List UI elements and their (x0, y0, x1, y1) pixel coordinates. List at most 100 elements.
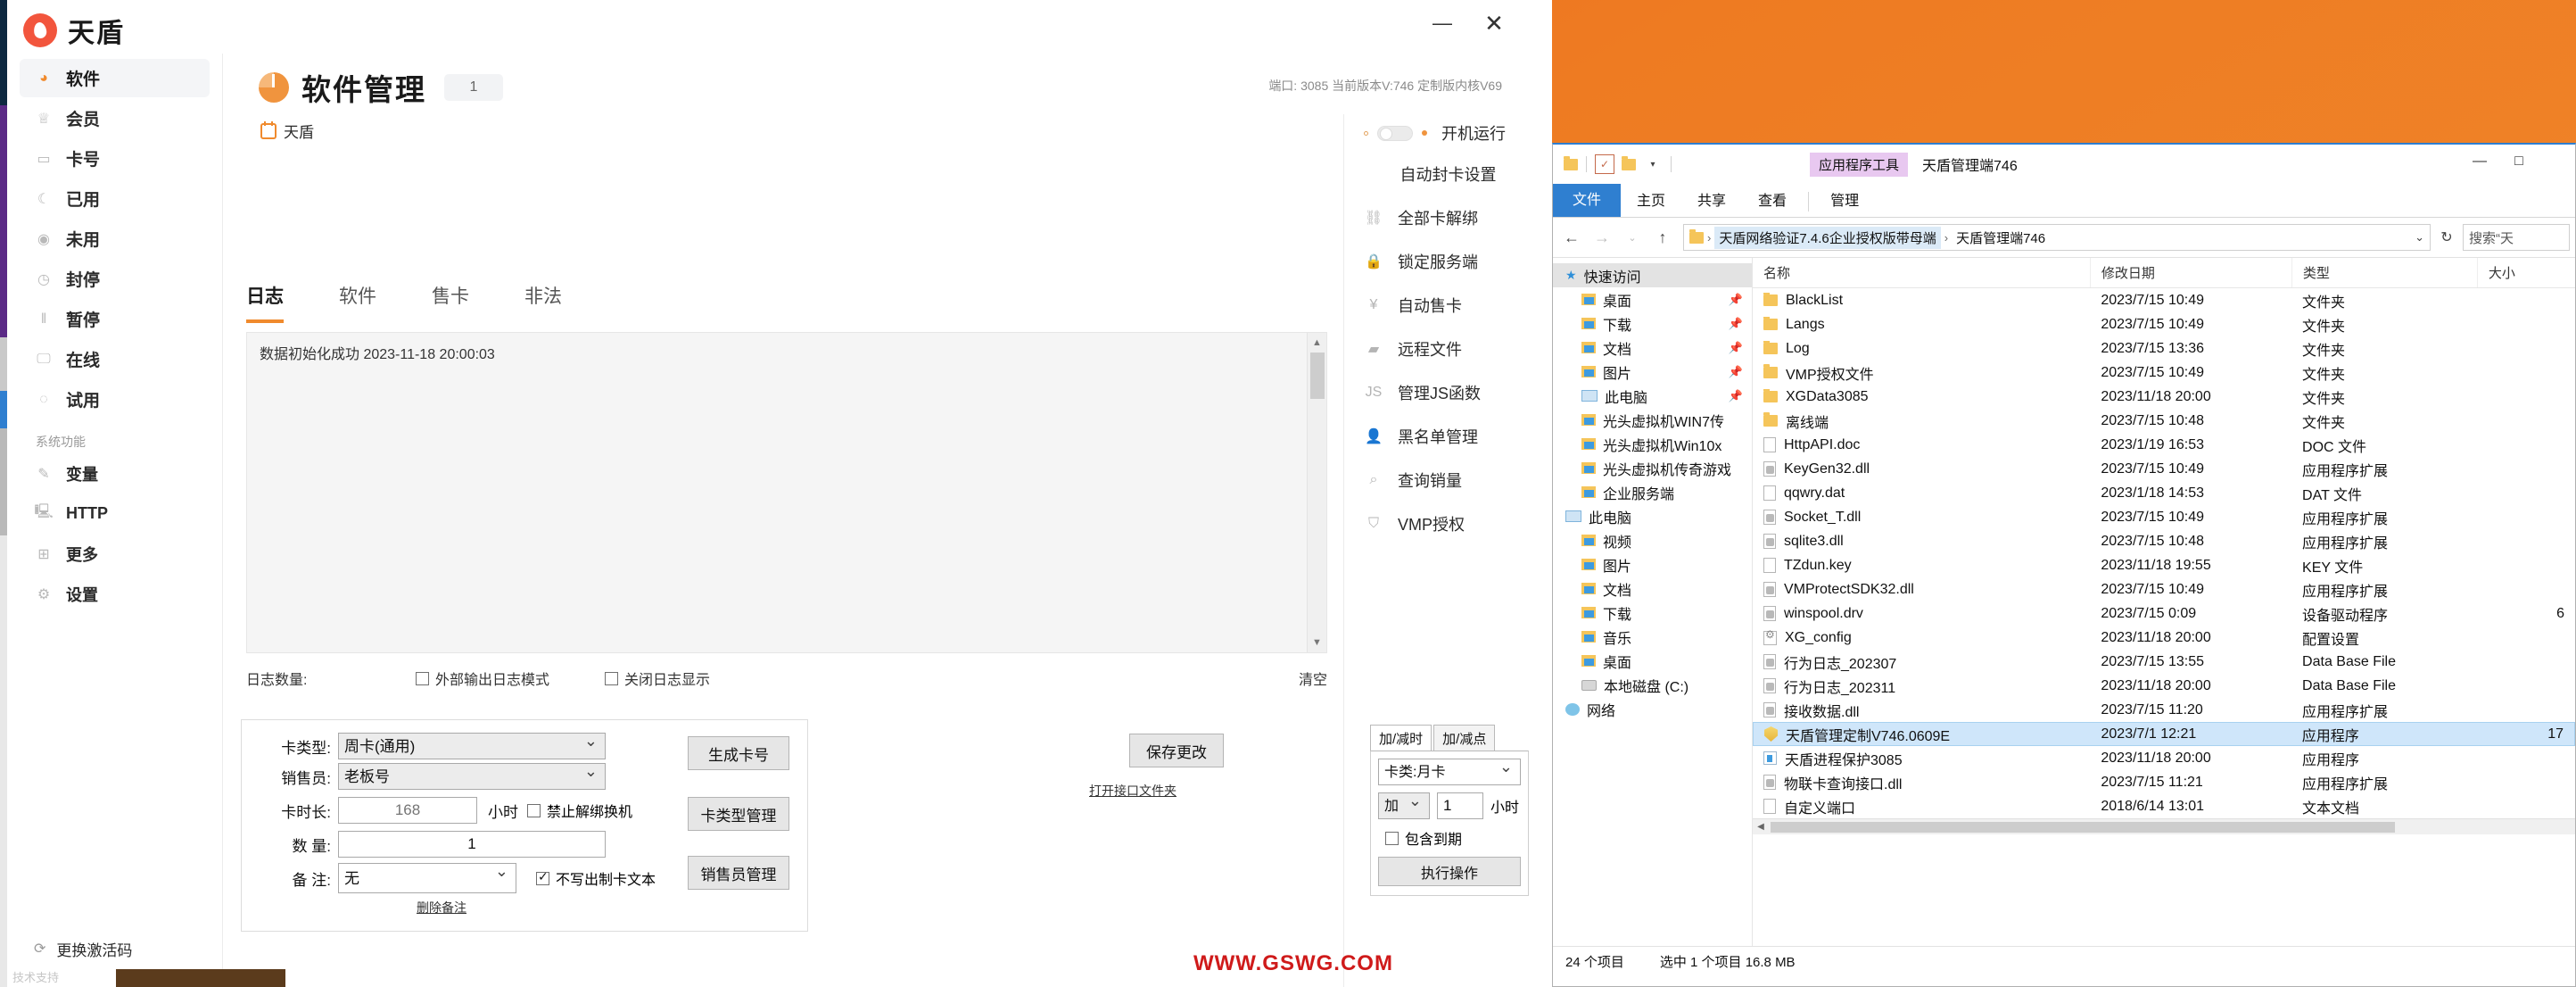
no-unbind-checkbox[interactable]: 禁止解绑换机 (527, 800, 632, 821)
scroll-up-icon[interactable]: ▲ (1308, 333, 1326, 352)
save-changes-button[interactable]: 保存更改 (1129, 734, 1224, 767)
scroll-thumb[interactable] (1310, 352, 1325, 399)
include-expired-checkbox[interactable]: 包含到期 (1385, 827, 1521, 849)
table-row[interactable]: Langs 2023/7/15 10:49 文件夹 (1753, 312, 2575, 336)
sidebar-system-item-3[interactable]: ⚙ 设置 (20, 575, 210, 613)
tab-2[interactable]: 售卡 (432, 282, 469, 323)
ribbon-tab-0[interactable]: 文件 (1553, 180, 1622, 217)
close-button[interactable]: ✕ (1474, 5, 1515, 41)
external-log-mode-checkbox[interactable]: 外部输出日志模式 (416, 668, 549, 689)
scroll-left-icon[interactable]: ◀ (1753, 822, 1769, 832)
tree-item-15[interactable]: 音乐 (1553, 625, 1752, 649)
table-row[interactable]: VMP授权文件 2023/7/15 10:49 文件夹 (1753, 361, 2575, 385)
tree-item-9[interactable]: 企业服务端 (1553, 480, 1752, 504)
sidebar-item-0[interactable]: ◕ 软件 (20, 59, 210, 97)
column-header-type[interactable]: 类型 (2292, 258, 2478, 287)
boot-run-row[interactable]: 开机运行 (1344, 114, 1552, 152)
duration-input[interactable] (338, 797, 477, 824)
folder-icon[interactable] (1622, 155, 1636, 170)
seller-manage-button[interactable]: 销售员管理 (688, 856, 789, 890)
table-row[interactable]: 接收数据.dll 2023/7/15 11:20 应用程序扩展 (1753, 698, 2575, 722)
clear-log-button[interactable]: 清空 (1299, 668, 1327, 689)
software-sub-label[interactable]: 天盾 (260, 120, 314, 142)
note-select[interactable]: 无 (338, 863, 516, 893)
sidebar-item-1[interactable]: ♕ 会员 (20, 99, 210, 137)
tree-item-18[interactable]: 网络 (1553, 697, 1752, 721)
card-type-manage-button[interactable]: 卡类型管理 (688, 797, 789, 831)
log-scrollbar[interactable]: ▲ ▼ (1307, 333, 1326, 652)
tree-item-4[interactable]: 图片 📌 (1553, 360, 1752, 384)
seller-select[interactable]: 老板号 (338, 763, 606, 790)
table-row[interactable]: sqlite3.dll 2023/7/15 10:48 应用程序扩展 (1753, 529, 2575, 553)
no-write-text-checkbox[interactable]: 不写出制卡文本 (536, 867, 656, 889)
table-row[interactable]: 行为日志_202311 2023/11/18 20:00 Data Base Fil… (1753, 674, 2575, 698)
table-row[interactable]: winspool.drv 2023/7/15 0:09 设备驱动程序 6 (1753, 601, 2575, 626)
breadcrumb-item[interactable]: 天盾管理端746 (1952, 227, 2050, 249)
table-row[interactable]: XGData3085 2023/11/18 20:00 文件夹 (1753, 385, 2575, 409)
sidebar-item-6[interactable]: ‖ 暂停 (20, 300, 210, 338)
tree-item-2[interactable]: 下载 📌 (1553, 311, 1752, 336)
tree-item-14[interactable]: 下载 (1553, 601, 1752, 625)
search-input[interactable]: 搜索“天 (2463, 224, 2570, 251)
card-class-select[interactable]: 卡类:月卡 (1378, 759, 1521, 785)
table-row[interactable]: HttpAPI.doc 2023/1/19 16:53 DOC 文件 (1753, 433, 2575, 457)
ribbon-tab-3[interactable]: 查看 (1742, 183, 1803, 217)
table-row[interactable]: 自定义端口 2018/6/14 13:01 文本文档 (1753, 794, 2575, 818)
tree-item-1[interactable]: 桌面 📌 (1553, 287, 1752, 311)
table-row[interactable]: Log 2023/7/15 13:36 文件夹 (1753, 336, 2575, 361)
amount-input[interactable] (1437, 792, 1483, 819)
breadcrumb-item[interactable]: 天盾网络验证7.4.6企业授权版带母端 (1714, 226, 1941, 249)
quantity-input[interactable] (338, 831, 606, 858)
tree-item-3[interactable]: 文档 📌 (1553, 336, 1752, 360)
recent-locations-button[interactable]: ⌄ (1619, 224, 1646, 251)
tab-add-subtract-points[interactable]: 加/减点 (1433, 725, 1496, 751)
minimize-button[interactable]: — (1422, 5, 1463, 41)
table-row[interactable]: 天盾进程保护3085 2023/11/18 20:00 应用程序 (1753, 746, 2575, 770)
tool-item-5[interactable]: JS 管理JS函数 (1344, 370, 1552, 414)
tab-3[interactable]: 非法 (524, 282, 562, 323)
table-row[interactable]: VMProtectSDK32.dll 2023/7/15 10:49 应用程序扩展 (1753, 577, 2575, 601)
generate-card-button[interactable]: 生成卡号 (688, 736, 789, 770)
table-row[interactable]: BlackList 2023/7/15 10:49 文件夹 (1753, 288, 2575, 312)
tab-0[interactable]: 日志 (246, 282, 284, 323)
tree-item-8[interactable]: 光头虚拟机传奇游戏 (1553, 456, 1752, 480)
tree-item-7[interactable]: 光头虚拟机Win10x (1553, 432, 1752, 456)
ribbon-tab-4[interactable]: 管理 (1814, 183, 1875, 217)
pin-icon[interactable]: 📌 (1729, 293, 1743, 307)
sidebar-system-item-1[interactable]: 🖳 HTTP (20, 494, 210, 533)
column-header-name[interactable]: 名称 (1753, 258, 2091, 287)
table-row[interactable]: 行为日志_202307 2023/7/15 13:55 Data Base File (1753, 650, 2575, 674)
address-bar[interactable]: › 天盾网络验证7.4.6企业授权版带母端 › 天盾管理端746 ⌄ (1683, 224, 2431, 251)
tool-item-2[interactable]: 🔒 锁定服务端 (1344, 239, 1552, 283)
tool-item-7[interactable]: ⌕ 查询销量 (1344, 458, 1552, 502)
sidebar-item-5[interactable]: ◷ 封停 (20, 260, 210, 298)
table-row[interactable]: TZdun.key 2023/11/18 19:55 KEY 文件 (1753, 553, 2575, 577)
tool-item-4[interactable]: ▰ 远程文件 (1344, 327, 1552, 370)
tool-item-0[interactable]: 自动封卡设置 (1344, 152, 1552, 195)
forward-button[interactable]: → (1589, 224, 1615, 251)
tree-item-11[interactable]: 视频 (1553, 528, 1752, 552)
open-interface-folder-link[interactable]: 打开接口文件夹 (1089, 782, 1177, 800)
delete-note-link[interactable]: 删除备注 (417, 899, 466, 916)
scroll-down-icon[interactable]: ▼ (1308, 633, 1326, 652)
boot-run-toggle[interactable] (1377, 125, 1413, 141)
sidebar-item-3[interactable]: ☾ 已用 (20, 179, 210, 218)
tree-item-10[interactable]: 此电脑 (1553, 504, 1752, 528)
explorer-minimize-button[interactable]: — (2461, 148, 2498, 175)
sidebar-item-7[interactable]: 🖵 在线 (20, 340, 210, 378)
tab-1[interactable]: 软件 (339, 282, 376, 323)
table-row[interactable]: 天盾管理定制V746.0609E 2023/7/1 12:21 应用程序 17 (1753, 722, 2575, 746)
pin-icon[interactable]: 📌 (1729, 317, 1743, 331)
operation-select[interactable]: 加 (1378, 792, 1430, 819)
sidebar-system-item-0[interactable]: ✎ 变量 (20, 454, 210, 493)
tree-item-5[interactable]: 此电脑 📌 (1553, 384, 1752, 408)
sidebar-item-8[interactable]: ◌ 试用 (20, 380, 210, 419)
tool-item-3[interactable]: ¥ 自动售卡 (1344, 283, 1552, 327)
address-dropdown-icon[interactable]: ⌄ (2415, 230, 2424, 245)
card-type-select[interactable]: 周卡(通用) (338, 733, 606, 759)
sidebar-item-2[interactable]: ▭ 卡号 (20, 139, 210, 178)
execute-operation-button[interactable]: 执行操作 (1378, 857, 1521, 886)
tree-item-17[interactable]: 本地磁盘 (C:) (1553, 673, 1752, 697)
chevron-down-icon[interactable]: ▾ (1643, 154, 1663, 174)
up-button[interactable]: ↑ (1649, 224, 1676, 251)
